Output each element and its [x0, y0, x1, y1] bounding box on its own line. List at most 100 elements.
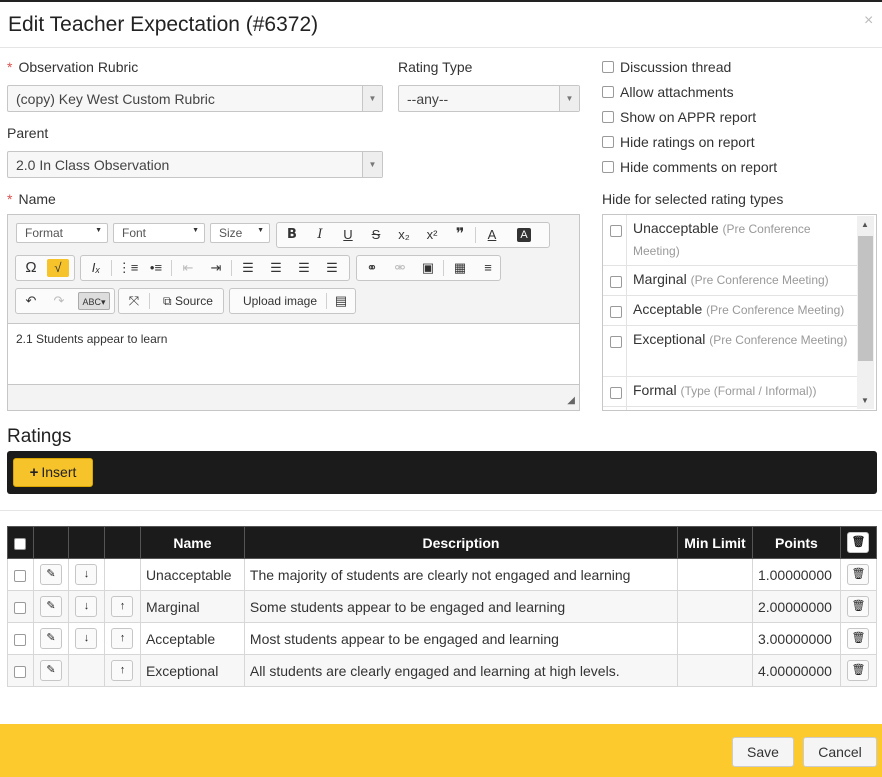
option-allow-attachments[interactable]: Allow attachments: [602, 84, 734, 100]
align-left-icon[interactable]: ☰: [237, 259, 259, 277]
checkbox[interactable]: [602, 111, 614, 124]
move-up-arrow-icon[interactable]: ↑: [111, 596, 134, 617]
checkbox[interactable]: [610, 276, 622, 288]
table-icon[interactable]: ▦: [449, 259, 471, 277]
dialog-title: Edit Teacher Expectation (#6372): [8, 13, 319, 36]
redo-icon[interactable]: ↷: [48, 292, 70, 310]
bullet-list-icon[interactable]: •≡: [145, 259, 167, 277]
font-combo[interactable]: Font ▼: [113, 223, 205, 243]
rating-points: 1.00000000: [751, 558, 841, 591]
move-up-arrow-icon[interactable]: ↑: [111, 660, 134, 681]
delete-trash-icon[interactable]: 🗑: [847, 628, 870, 649]
align-right-icon[interactable]: ☰: [293, 259, 315, 277]
underline-icon[interactable]: U: [337, 226, 359, 244]
edit-pencil-icon[interactable]: ✎: [39, 596, 62, 617]
checkbox[interactable]: [610, 225, 622, 237]
column-points[interactable]: Points: [751, 526, 841, 559]
row-checkbox[interactable]: [14, 569, 27, 582]
move-up-arrow-icon[interactable]: ↑: [111, 628, 134, 649]
rating-name: Unacceptable: [139, 558, 245, 591]
select-all-checkbox[interactable]: [14, 537, 27, 550]
background-color-icon[interactable]: A: [517, 228, 531, 242]
close-icon[interactable]: ×: [864, 12, 873, 30]
size-combo[interactable]: Size ▼: [210, 223, 270, 243]
checkbox[interactable]: [602, 136, 614, 149]
insert-button[interactable]: + Insert: [13, 458, 93, 487]
format-combo[interactable]: Format ▼: [16, 223, 108, 243]
indent-icon[interactable]: ⇥: [205, 259, 227, 277]
superscript-icon[interactable]: x²: [421, 226, 443, 244]
scroll-up-icon[interactable]: ▲: [861, 220, 869, 229]
delete-all-trash-icon[interactable]: 🗑: [847, 532, 870, 553]
subscript-icon[interactable]: x₂: [393, 226, 415, 244]
column-min-limit[interactable]: Min Limit: [677, 526, 753, 559]
rating-type-select[interactable]: --any-- ▼: [398, 85, 580, 112]
omega-icon[interactable]: Ω: [20, 259, 42, 277]
checkbox[interactable]: [610, 336, 622, 348]
checkbox[interactable]: [610, 387, 622, 399]
row-checkbox[interactable]: [14, 601, 27, 614]
list-item[interactable]: Marginal (Pre Conference Meeting): [603, 266, 858, 296]
toolbar-styles: Format ▼ Font ▼ Size ▼: [15, 221, 273, 247]
source-button[interactable]: ⧉ Source: [155, 292, 221, 310]
italic-icon[interactable]: I: [309, 226, 331, 244]
align-center-icon[interactable]: ☰: [265, 259, 287, 277]
name-label: * Name: [7, 191, 56, 207]
checkbox[interactable]: [602, 161, 614, 174]
parent-select[interactable]: 2.0 In Class Observation ▼: [7, 151, 383, 178]
row-checkbox[interactable]: [14, 665, 27, 678]
option-show-on-appr[interactable]: Show on APPR report: [602, 109, 756, 125]
scroll-down-icon[interactable]: ▼: [861, 396, 869, 405]
remove-format-icon[interactable]: Iₓ: [85, 259, 107, 277]
move-down-arrow-icon[interactable]: ↓: [75, 564, 98, 585]
horizontal-rule-icon[interactable]: ≡: [477, 259, 499, 277]
spellcheck-as-you-type-icon[interactable]: ABC▾: [78, 292, 110, 310]
resize-handle-icon[interactable]: ◢: [567, 395, 575, 406]
ordered-list-icon[interactable]: ⋮≡: [117, 259, 139, 277]
outdent-icon[interactable]: ⇤: [177, 259, 199, 277]
move-down-arrow-icon[interactable]: ↓: [75, 628, 98, 649]
justify-icon[interactable]: ☰: [321, 259, 343, 277]
bold-icon[interactable]: B: [281, 226, 303, 244]
edit-pencil-icon[interactable]: ✎: [39, 660, 62, 681]
delete-trash-icon[interactable]: 🗑: [847, 596, 870, 617]
editor-content[interactable]: 2.1 Students appear to learn: [8, 323, 579, 385]
option-discussion-thread[interactable]: Discussion thread: [602, 59, 731, 75]
upload-image-button[interactable]: Upload image: [236, 292, 324, 310]
column-description[interactable]: Description: [243, 526, 679, 559]
scroll-thumb[interactable]: [858, 236, 873, 361]
strikethrough-icon[interactable]: S: [365, 226, 387, 244]
column-name[interactable]: Name: [139, 526, 245, 559]
undo-icon[interactable]: ↶: [20, 292, 42, 310]
text-color-icon[interactable]: A: [481, 226, 503, 244]
rating-min-limit: [677, 590, 753, 623]
list-item[interactable]: Exceptional (Pre Conference Meeting): [603, 326, 858, 377]
link-icon[interactable]: ⚭: [361, 259, 383, 277]
checkbox[interactable]: [602, 61, 614, 74]
list-item[interactable]: Formal (Type (Formal / Informal)): [603, 377, 858, 407]
unlink-icon[interactable]: ⚮: [389, 259, 411, 277]
maximize-icon[interactable]: ⤧: [123, 292, 145, 310]
checkbox[interactable]: [610, 306, 622, 318]
list-scrollbar[interactable]: ▲ ▼: [857, 216, 874, 409]
save-button[interactable]: Save: [732, 737, 794, 767]
blockquote-icon[interactable]: ❞: [449, 226, 471, 244]
image-icon[interactable]: ▣: [417, 259, 439, 277]
option-hide-ratings[interactable]: Hide ratings on report: [602, 134, 755, 150]
cancel-button[interactable]: Cancel: [803, 737, 877, 767]
chevron-down-icon: ▼: [95, 227, 102, 234]
move-down-arrow-icon[interactable]: ↓: [75, 596, 98, 617]
delete-trash-icon[interactable]: 🗑: [847, 660, 870, 681]
list-item[interactable]: Unacceptable (Pre Conference Meeting): [603, 215, 858, 266]
delete-trash-icon[interactable]: 🗑: [847, 564, 870, 585]
special-tool-icon[interactable]: ▤: [330, 292, 352, 310]
list-item[interactable]: Acceptable (Pre Conference Meeting): [603, 296, 858, 326]
checkbox[interactable]: [602, 86, 614, 99]
edit-pencil-icon[interactable]: ✎: [39, 564, 62, 585]
option-hide-comments[interactable]: Hide comments on report: [602, 159, 777, 175]
header-divider: [0, 47, 882, 48]
row-checkbox[interactable]: [14, 633, 27, 646]
spellcheck-icon[interactable]: √: [47, 259, 69, 277]
edit-pencil-icon[interactable]: ✎: [39, 628, 62, 649]
rubric-select[interactable]: (copy) Key West Custom Rubric ▼: [7, 85, 383, 112]
